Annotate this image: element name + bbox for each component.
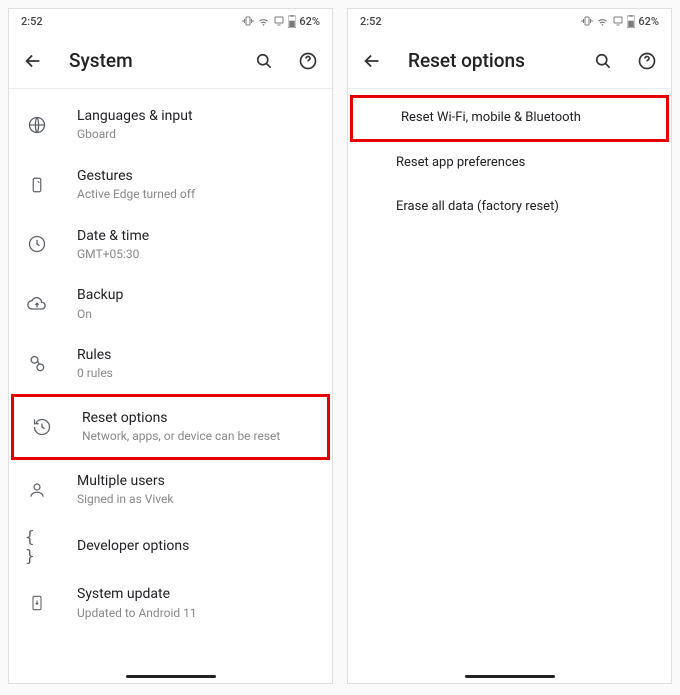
- cloud-upload-icon: [26, 294, 48, 314]
- row-gestures[interactable]: Gestures Active Edge turned off: [9, 155, 332, 215]
- status-bar: 2:52 62%: [348, 9, 671, 33]
- nav-pill[interactable]: [465, 675, 555, 678]
- search-button[interactable]: [591, 49, 615, 73]
- row-title: Erase all data (factory reset): [396, 199, 655, 216]
- row-title: Reset app preferences: [396, 155, 655, 172]
- back-button[interactable]: [21, 49, 45, 73]
- battery-percent: 62%: [638, 15, 659, 28]
- status-indicators: 62%: [581, 15, 659, 28]
- arrow-back-icon: [22, 50, 44, 72]
- help-button[interactable]: [296, 49, 320, 73]
- help-button[interactable]: [635, 49, 659, 73]
- rules-icon: [27, 354, 47, 374]
- battery-percent: 62%: [299, 15, 320, 28]
- row-system-update[interactable]: System update Updated to Android 11: [9, 573, 332, 633]
- header: Reset options: [348, 33, 671, 89]
- globe-icon: [27, 115, 47, 135]
- back-button[interactable]: [360, 49, 384, 73]
- row-reset-app-prefs[interactable]: Reset app preferences: [348, 142, 671, 186]
- row-title: Backup: [77, 286, 316, 304]
- search-icon: [254, 51, 274, 71]
- page-title: System: [69, 49, 228, 72]
- row-title: Date & time: [77, 227, 316, 245]
- row-backup[interactable]: Backup On: [9, 274, 332, 334]
- settings-list: Languages & input Gboard Gestures Active…: [9, 89, 332, 683]
- page-title: Reset options: [408, 49, 567, 72]
- search-icon: [593, 51, 613, 71]
- row-sub: Gboard: [77, 127, 316, 143]
- row-title: System update: [77, 585, 316, 603]
- row-reset-options[interactable]: Reset options Network, apps, or device c…: [11, 394, 330, 460]
- wifi-icon: [257, 15, 270, 28]
- system-update-icon: [29, 592, 45, 614]
- status-indicators: 62%: [242, 15, 320, 28]
- row-sub: 0 rules: [77, 366, 316, 382]
- vibrate-icon: [242, 15, 254, 27]
- row-datetime[interactable]: Date & time GMT+05:30: [9, 215, 332, 275]
- row-sub: Network, apps, or device can be reset: [82, 429, 311, 445]
- row-reset-wifi[interactable]: Reset Wi-Fi, mobile & Bluetooth: [350, 95, 669, 142]
- battery-icon: [627, 15, 635, 28]
- row-title: Rules: [77, 346, 316, 364]
- row-sub: Active Edge turned off: [77, 187, 316, 203]
- row-title: Gestures: [77, 167, 316, 185]
- battery-icon: [288, 15, 296, 28]
- phone-reset-options: 2:52 62% Reset options Reset Wi-Fi, mobi…: [347, 8, 672, 684]
- row-sub: On: [77, 307, 316, 323]
- help-icon: [298, 51, 318, 71]
- row-title: Reset Wi-Fi, mobile & Bluetooth: [401, 110, 650, 127]
- row-users[interactable]: Multiple users Signed in as Vivek: [9, 460, 332, 520]
- gesture-icon: [28, 175, 46, 195]
- status-time: 2:52: [21, 15, 43, 28]
- nav-pill[interactable]: [126, 675, 216, 678]
- help-icon: [637, 51, 657, 71]
- restore-icon: [32, 417, 52, 437]
- row-sub: Signed in as Vivek: [77, 492, 316, 508]
- row-title: Multiple users: [77, 472, 316, 490]
- cast-icon: [612, 15, 624, 27]
- header: System: [9, 33, 332, 89]
- row-developer[interactable]: { } Developer options: [9, 519, 332, 573]
- cast-icon: [273, 15, 285, 27]
- vibrate-icon: [581, 15, 593, 27]
- reset-list: Reset Wi-Fi, mobile & Bluetooth Reset ap…: [348, 89, 671, 683]
- row-title: Reset options: [82, 409, 311, 427]
- clock-icon: [27, 234, 47, 254]
- search-button[interactable]: [252, 49, 276, 73]
- status-bar: 2:52 62%: [9, 9, 332, 33]
- row-sub: GMT+05:30: [77, 247, 316, 263]
- row-title: Languages & input: [77, 107, 316, 125]
- status-time: 2:52: [360, 15, 382, 28]
- arrow-back-icon: [361, 50, 383, 72]
- phone-system: 2:52 62% System Languages & input: [8, 8, 333, 684]
- row-title: Developer options: [77, 537, 316, 555]
- row-languages[interactable]: Languages & input Gboard: [9, 95, 332, 155]
- user-icon: [28, 480, 46, 500]
- row-sub: Updated to Android 11: [77, 606, 316, 622]
- row-factory-reset[interactable]: Erase all data (factory reset): [348, 186, 671, 230]
- braces-icon: { }: [25, 527, 49, 565]
- wifi-icon: [596, 15, 609, 28]
- row-rules[interactable]: Rules 0 rules: [9, 334, 332, 394]
